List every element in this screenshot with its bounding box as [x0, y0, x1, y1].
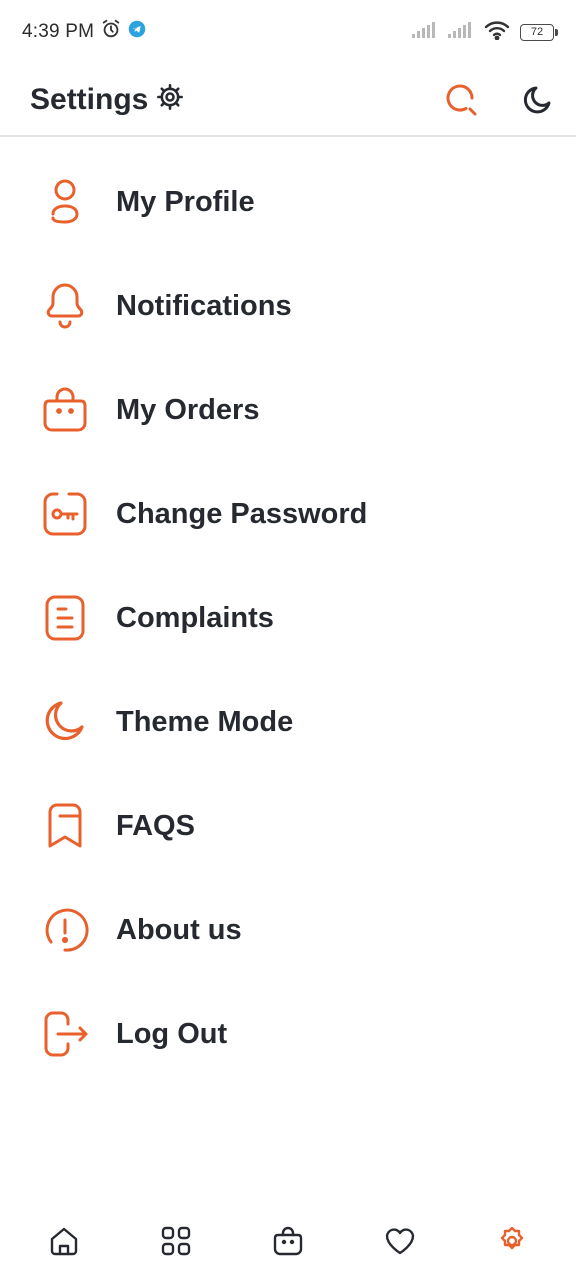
status-left: 4:39 PM	[22, 18, 146, 46]
menu-label: FAQS	[116, 809, 195, 842]
heart-icon	[385, 1228, 415, 1255]
menu-label: About us	[116, 913, 242, 946]
menu-label: My Profile	[116, 185, 255, 218]
menu-label: My Orders	[116, 393, 260, 426]
status-right: 72	[412, 20, 558, 45]
key-icon	[38, 487, 92, 541]
nav-settings-button[interactable]	[482, 1211, 542, 1271]
battery-icon: 72	[520, 23, 558, 41]
nav-categories-button[interactable]	[146, 1211, 206, 1271]
gear-icon	[156, 83, 184, 116]
menu-item-faqs[interactable]: FAQS	[0, 774, 576, 878]
header-title-group: Settings	[30, 83, 184, 117]
moon-icon	[38, 695, 92, 749]
signal-icon	[412, 21, 438, 43]
nav-cart-button[interactable]	[258, 1211, 318, 1271]
menu-item-notifications[interactable]: Notifications	[0, 254, 576, 358]
bottom-navigation	[0, 1206, 576, 1276]
page-title: Settings	[30, 82, 149, 116]
header-actions	[442, 80, 558, 120]
nav-home-button[interactable]	[34, 1211, 94, 1271]
menu-label: Complaints	[116, 601, 274, 634]
status-bar: 4:39 PM 72	[0, 0, 576, 64]
app-header: Settings	[0, 64, 576, 137]
menu-item-my-orders[interactable]: My Orders	[0, 358, 576, 462]
grid-icon	[161, 1226, 191, 1256]
menu-item-change-password[interactable]: Change Password	[0, 462, 576, 566]
menu-label: Log Out	[116, 1017, 228, 1050]
user-icon	[38, 175, 92, 229]
settings-menu: My Profile Notifications My Orders Chang…	[0, 150, 576, 1086]
settings-screen: 4:39 PM 72 Settings My Profile Notificat…	[0, 0, 576, 1280]
menu-item-about-us[interactable]: About us	[0, 878, 576, 982]
menu-item-complaints[interactable]: Complaints	[0, 566, 576, 670]
telegram-icon	[128, 20, 146, 44]
menu-item-log-out[interactable]: Log Out	[0, 982, 576, 1086]
bell-icon	[38, 279, 92, 333]
menu-label: Change Password	[116, 497, 368, 530]
theme-toggle-button[interactable]	[518, 80, 558, 120]
wifi-icon	[484, 20, 510, 45]
document-icon	[38, 591, 92, 645]
signal-icon	[448, 21, 474, 43]
logout-icon	[38, 1007, 92, 1061]
status-time: 4:39 PM	[22, 21, 95, 42]
gear-icon	[500, 1226, 524, 1250]
alarm-icon	[100, 18, 122, 46]
home-icon	[50, 1227, 78, 1256]
moon-icon	[523, 86, 551, 113]
search-button[interactable]	[442, 80, 482, 120]
menu-item-my-profile[interactable]: My Profile	[0, 150, 576, 254]
menu-label: Theme Mode	[116, 705, 294, 738]
nav-wishlist-button[interactable]	[370, 1211, 430, 1271]
shopping-bag-icon	[38, 383, 92, 437]
info-icon	[38, 903, 92, 957]
search-icon	[446, 84, 477, 115]
menu-item-theme-mode[interactable]: Theme Mode	[0, 670, 576, 774]
menu-label: Notifications	[116, 289, 292, 322]
bookmark-icon	[38, 799, 92, 853]
bag-icon	[273, 1226, 303, 1256]
